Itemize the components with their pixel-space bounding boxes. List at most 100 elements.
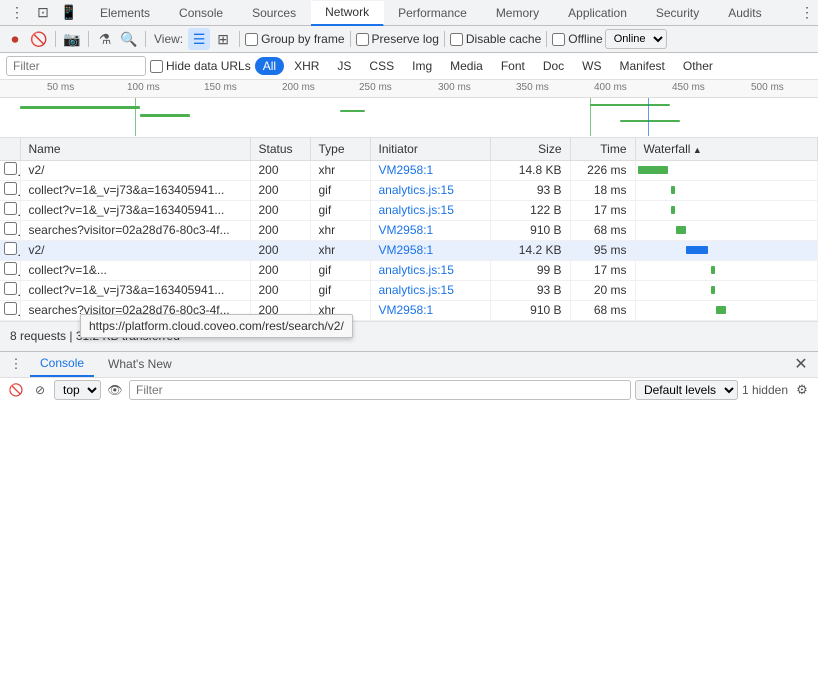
th-initiator[interactable]: Initiator xyxy=(370,138,490,160)
filter-tag-media[interactable]: Media xyxy=(442,57,491,75)
group-by-frame-checkbox[interactable] xyxy=(245,33,258,46)
console-close-btn[interactable]: ✕ xyxy=(790,353,812,375)
table-row[interactable]: searches?visitor=02a28d76-80c3-4f...200x… xyxy=(0,220,818,240)
network-table-container[interactable]: Name Status Type Initiator Size Time Wat… xyxy=(0,138,818,321)
row-name[interactable]: searches?visitor=02a28d76-80c3-4f... xyxy=(20,300,250,320)
row-initiator[interactable]: analytics.js:15 xyxy=(370,200,490,220)
row-checkbox[interactable] xyxy=(4,162,17,175)
filter-tag-js[interactable]: JS xyxy=(329,57,359,75)
console-filter-input[interactable] xyxy=(129,380,631,400)
tab-network[interactable]: Network xyxy=(311,1,384,26)
row-checkbox[interactable] xyxy=(4,282,17,295)
th-type[interactable]: Type xyxy=(310,138,370,160)
devtools-inspect-btn[interactable]: ⊡ xyxy=(32,2,54,24)
tab-application[interactable]: Application xyxy=(554,0,642,25)
row-initiator[interactable]: analytics.js:15 xyxy=(370,280,490,300)
preserve-log-checkbox[interactable] xyxy=(356,33,369,46)
table-row[interactable]: collect?v=1&...200gifanalytics.js:1599 B… xyxy=(0,260,818,280)
timeline-area[interactable]: 50 ms 100 ms 150 ms 200 ms 250 ms 300 ms… xyxy=(0,80,818,138)
view-list-btn[interactable]: ☰ xyxy=(188,28,210,50)
record-btn[interactable]: ⏺ xyxy=(4,28,26,50)
row-checkbox[interactable] xyxy=(4,222,17,235)
filter-input[interactable] xyxy=(6,56,146,76)
th-waterfall[interactable]: Waterfall xyxy=(635,138,818,160)
row-name[interactable]: collect?v=1&_v=j73&a=163405941... xyxy=(20,180,250,200)
tab-memory[interactable]: Memory xyxy=(482,0,554,25)
row-name[interactable]: searches?visitor=02a28d76-80c3-4f... xyxy=(20,220,250,240)
filter-tag-manifest[interactable]: Manifest xyxy=(612,57,673,75)
console-gear-icon[interactable]: ⚙ xyxy=(792,380,812,400)
disable-cache-label[interactable]: Disable cache xyxy=(450,32,541,46)
more-tabs-btn[interactable]: ⋮ xyxy=(796,2,818,24)
filter-tag-xhr[interactable]: XHR xyxy=(286,57,327,75)
clear-btn[interactable]: 🚫 xyxy=(28,28,50,50)
row-initiator-link[interactable]: VM2958:1 xyxy=(379,223,434,237)
tab-audits[interactable]: Audits xyxy=(714,0,776,25)
row-initiator[interactable]: VM2958:1 xyxy=(370,160,490,180)
filter-tag-all[interactable]: All xyxy=(255,57,284,75)
console-stop-icon[interactable]: ⊘ xyxy=(30,380,50,400)
console-clear-icon[interactable]: 🚫 xyxy=(6,380,26,400)
filter-tag-css[interactable]: CSS xyxy=(361,57,402,75)
th-status[interactable]: Status xyxy=(250,138,310,160)
row-initiator-link[interactable]: analytics.js:15 xyxy=(379,183,454,197)
filter-tag-other[interactable]: Other xyxy=(675,57,721,75)
table-row[interactable]: collect?v=1&_v=j73&a=163405941...200gifa… xyxy=(0,180,818,200)
disable-cache-checkbox[interactable] xyxy=(450,33,463,46)
tab-elements[interactable]: Elements xyxy=(86,0,165,25)
row-initiator[interactable]: VM2958:1 xyxy=(370,220,490,240)
preserve-log-label[interactable]: Preserve log xyxy=(356,32,439,46)
row-initiator[interactable]: analytics.js:15 xyxy=(370,260,490,280)
console-context-select[interactable]: top xyxy=(54,380,101,400)
row-initiator-link[interactable]: VM2958:1 xyxy=(379,303,434,317)
filter-toggle-btn[interactable]: ⚗ xyxy=(94,28,116,50)
row-initiator-link[interactable]: analytics.js:15 xyxy=(379,203,454,217)
search-btn[interactable]: 🔍 xyxy=(118,28,140,50)
throttle-select[interactable]: Online xyxy=(605,29,667,49)
row-initiator[interactable]: analytics.js:15 xyxy=(370,180,490,200)
row-name[interactable]: collect?v=1&_v=j73&a=163405941... xyxy=(20,280,250,300)
table-row[interactable]: v2/200xhrVM2958:114.8 KB226 ms xyxy=(0,160,818,180)
console-eye-icon[interactable]: 👁 xyxy=(105,380,125,400)
group-by-frame-label[interactable]: Group by frame xyxy=(245,32,344,46)
devtools-device-btn[interactable]: 📱 xyxy=(58,2,80,24)
filter-tag-img[interactable]: Img xyxy=(404,57,440,75)
tab-console[interactable]: Console xyxy=(165,0,238,25)
console-tab-whats-new[interactable]: What's New xyxy=(98,352,182,377)
devtools-menu-btn[interactable]: ⋮ xyxy=(6,2,28,24)
filter-tag-ws[interactable]: WS xyxy=(574,57,609,75)
table-row[interactable]: collect?v=1&_v=j73&a=163405941...200gifa… xyxy=(0,280,818,300)
row-checkbox[interactable] xyxy=(4,262,17,275)
console-levels-select[interactable]: Default levels xyxy=(635,380,738,400)
tab-performance[interactable]: Performance xyxy=(384,0,482,25)
row-name[interactable]: v2/ xyxy=(20,160,250,180)
row-initiator-link[interactable]: VM2958:1 xyxy=(379,163,434,177)
row-checkbox[interactable] xyxy=(4,182,17,195)
hide-data-urls-label[interactable]: Hide data URLs xyxy=(150,59,251,73)
th-size[interactable]: Size xyxy=(490,138,570,160)
row-checkbox[interactable] xyxy=(4,302,17,315)
table-row[interactable]: v2/200xhrVM2958:114.2 KB95 ms xyxy=(0,240,818,260)
row-checkbox[interactable] xyxy=(4,202,17,215)
row-name[interactable]: collect?v=1&... xyxy=(20,260,250,280)
filter-tag-doc[interactable]: Doc xyxy=(535,57,572,75)
table-row[interactable]: collect?v=1&_v=j73&a=163405941...200gifa… xyxy=(0,200,818,220)
th-time[interactable]: Time xyxy=(570,138,635,160)
filter-tag-font[interactable]: Font xyxy=(493,57,533,75)
table-row[interactable]: searches?visitor=02a28d76-80c3-4f...200x… xyxy=(0,300,818,320)
row-initiator[interactable]: VM2958:1 xyxy=(370,300,490,320)
row-name[interactable]: v2/ xyxy=(20,240,250,260)
row-initiator-link[interactable]: analytics.js:15 xyxy=(379,283,454,297)
th-name[interactable]: Name xyxy=(20,138,250,160)
tab-security[interactable]: Security xyxy=(642,0,714,25)
camera-btn[interactable]: 📷 xyxy=(61,28,83,50)
hide-data-urls-checkbox[interactable] xyxy=(150,60,163,73)
row-initiator-link[interactable]: VM2958:1 xyxy=(379,243,434,257)
console-tab-console[interactable]: Console xyxy=(30,352,94,377)
row-initiator-link[interactable]: analytics.js:15 xyxy=(379,263,454,277)
tab-sources[interactable]: Sources xyxy=(238,0,311,25)
view-grid-btn[interactable]: ⊞ xyxy=(212,28,234,50)
offline-label[interactable]: Offline xyxy=(552,32,602,46)
offline-checkbox[interactable] xyxy=(552,33,565,46)
console-hamburger-icon[interactable]: ⋮ xyxy=(6,354,26,374)
